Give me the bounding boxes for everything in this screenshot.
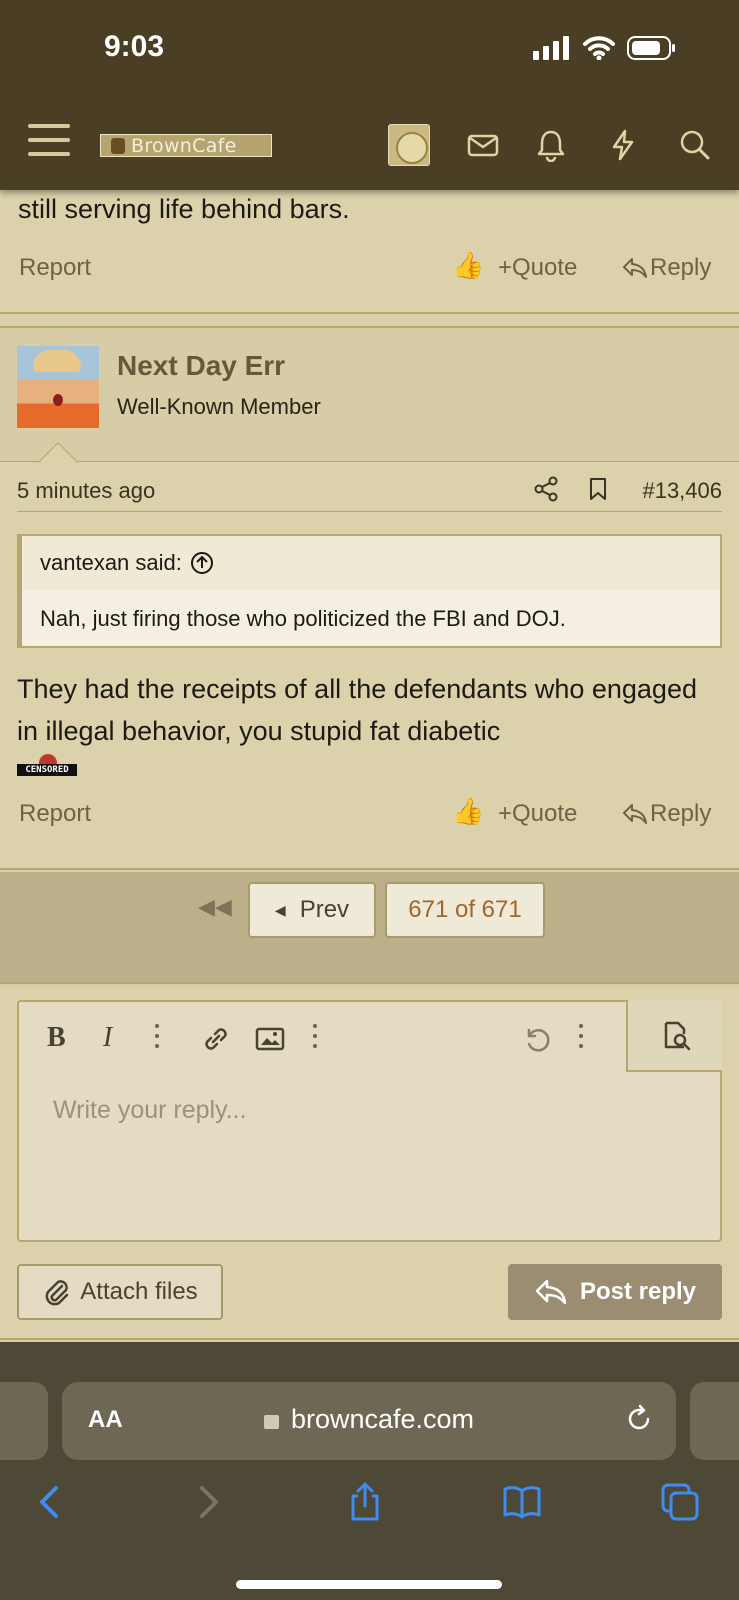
like-thumb-icon[interactable]: 👍 bbox=[452, 250, 484, 281]
share-icon[interactable] bbox=[345, 1482, 385, 1522]
browser-chrome: AA browncafe.com bbox=[0, 1342, 739, 1600]
prev-page-button[interactable]: ◀ Prev bbox=[248, 882, 376, 938]
post-reply-label: Post reply bbox=[579, 1278, 697, 1305]
quote-author[interactable]: vantexan said: bbox=[40, 550, 214, 576]
reply-button[interactable]: Reply bbox=[622, 254, 711, 282]
back-icon[interactable] bbox=[30, 1482, 70, 1522]
status-icons bbox=[533, 36, 677, 60]
bold-button[interactable]: B bbox=[47, 1022, 66, 1054]
menu-icon[interactable] bbox=[28, 124, 70, 160]
inbox-icon[interactable] bbox=[466, 128, 500, 162]
bookmark-icon[interactable] bbox=[585, 476, 611, 502]
more-insert-options-icon[interactable] bbox=[313, 1024, 319, 1050]
quote-label: Quote bbox=[512, 800, 578, 827]
quote-body: Nah, just firing those who politicized t… bbox=[40, 606, 566, 631]
top-bar: 9:03 BrownCafe bbox=[0, 0, 739, 190]
link-icon[interactable] bbox=[201, 1024, 231, 1054]
reply-area: B I Write your reply... Attach files Pos… bbox=[0, 986, 739, 1340]
prev-arrow-icon: ◀ bbox=[274, 901, 286, 918]
share-icon[interactable] bbox=[533, 476, 559, 502]
arrow-up-circle-icon[interactable] bbox=[190, 551, 214, 575]
reply-button[interactable]: Reply bbox=[622, 800, 711, 828]
status-time: 9:03 bbox=[104, 30, 165, 63]
quote-author-text: vantexan said: bbox=[40, 550, 182, 575]
first-page-icon[interactable]: ◀◀ bbox=[198, 894, 232, 920]
reply-editor: B I Write your reply... bbox=[17, 1000, 722, 1242]
attach-files-button[interactable]: Attach files bbox=[17, 1264, 223, 1320]
reply-arrow-icon bbox=[535, 1279, 567, 1305]
next-tab[interactable] bbox=[690, 1382, 739, 1460]
prev-label: Prev bbox=[299, 896, 350, 923]
quote-button[interactable]: +Quote bbox=[498, 254, 577, 282]
reply-label: Reply bbox=[650, 800, 712, 827]
paperclip-icon bbox=[45, 1280, 69, 1306]
post-actions: Report 👍 +Quote Reply bbox=[0, 796, 739, 836]
user-title: Well-Known Member bbox=[117, 394, 321, 419]
quote-button[interactable]: +Quote bbox=[498, 800, 577, 828]
url-display[interactable]: browncafe.com bbox=[62, 1404, 676, 1435]
previous-post: still serving life behind bars. Report 👍… bbox=[0, 190, 739, 314]
reply-input[interactable]: Write your reply... bbox=[53, 1096, 247, 1125]
tabs-icon[interactable] bbox=[660, 1482, 700, 1522]
bookmarks-icon[interactable] bbox=[502, 1482, 542, 1522]
more-options-icon[interactable] bbox=[579, 1024, 585, 1050]
post-time[interactable]: 5 minutes ago bbox=[17, 478, 155, 504]
lock-icon bbox=[263, 1415, 279, 1429]
logo-text: BrownCafe bbox=[131, 134, 237, 157]
logo-mark-icon bbox=[111, 137, 125, 154]
site-logo[interactable]: BrownCafe bbox=[100, 134, 272, 157]
quote-label: Quote bbox=[512, 254, 578, 281]
censored-emoji: CENSORED bbox=[17, 754, 81, 776]
previous-post-actions: Report 👍 +Quote Reply bbox=[0, 250, 739, 290]
battery-icon bbox=[627, 36, 675, 60]
avatar[interactable] bbox=[17, 346, 99, 428]
wifi-icon bbox=[583, 36, 615, 60]
like-thumb-icon[interactable]: 👍 bbox=[452, 796, 484, 827]
preview-button[interactable] bbox=[626, 1000, 722, 1072]
censored-label: CENSORED bbox=[17, 764, 77, 776]
forward-icon[interactable] bbox=[188, 1482, 228, 1522]
reply-arrow-icon bbox=[623, 258, 647, 278]
site-nav: BrownCafe bbox=[0, 118, 739, 174]
post-body-text: They had the receipts of all the defenda… bbox=[17, 674, 697, 746]
report-link[interactable]: Report bbox=[19, 800, 91, 828]
pagination: ◀◀ ◀ Prev 671 of 671 bbox=[0, 872, 739, 984]
reload-icon[interactable] bbox=[624, 1404, 654, 1434]
search-icon[interactable] bbox=[678, 128, 712, 162]
page-indicator[interactable]: 671 of 671 bbox=[385, 882, 545, 938]
lightning-icon[interactable] bbox=[606, 128, 640, 162]
post-user-block: Next Day Err Well-Known Member bbox=[0, 328, 739, 462]
post-username[interactable]: Next Day Err bbox=[117, 350, 285, 382]
previous-tab[interactable] bbox=[0, 1382, 48, 1460]
post: Next Day Err Well-Known Member 5 minutes… bbox=[0, 326, 739, 870]
quote-header: vantexan said: bbox=[22, 536, 720, 590]
report-link[interactable]: Report bbox=[19, 254, 91, 282]
reply-arrow-icon bbox=[623, 804, 647, 824]
image-icon[interactable] bbox=[255, 1026, 285, 1052]
undo-icon[interactable] bbox=[521, 1024, 551, 1054]
bell-icon[interactable] bbox=[534, 128, 568, 162]
post-meta: 5 minutes ago #13,406 bbox=[17, 472, 722, 512]
quote-block: vantexan said: Nah, just firing those wh… bbox=[17, 534, 722, 648]
italic-button[interactable]: I bbox=[103, 1022, 112, 1054]
url-text: browncafe.com bbox=[290, 1404, 475, 1434]
post-body: They had the receipts of all the defenda… bbox=[17, 668, 717, 776]
cellular-signal-icon bbox=[533, 36, 569, 60]
home-indicator[interactable] bbox=[236, 1580, 502, 1589]
post-number[interactable]: #13,406 bbox=[642, 478, 722, 504]
previous-post-text: still serving life behind bars. bbox=[18, 194, 350, 224]
reply-label: Reply bbox=[650, 254, 712, 281]
address-bar[interactable]: AA browncafe.com bbox=[62, 1382, 676, 1460]
user-avatar-button[interactable] bbox=[388, 124, 430, 166]
attach-files-label: Attach files bbox=[80, 1278, 198, 1305]
more-text-options-icon[interactable] bbox=[155, 1024, 161, 1050]
post-reply-button[interactable]: Post reply bbox=[508, 1264, 722, 1320]
preview-icon bbox=[664, 1021, 691, 1051]
